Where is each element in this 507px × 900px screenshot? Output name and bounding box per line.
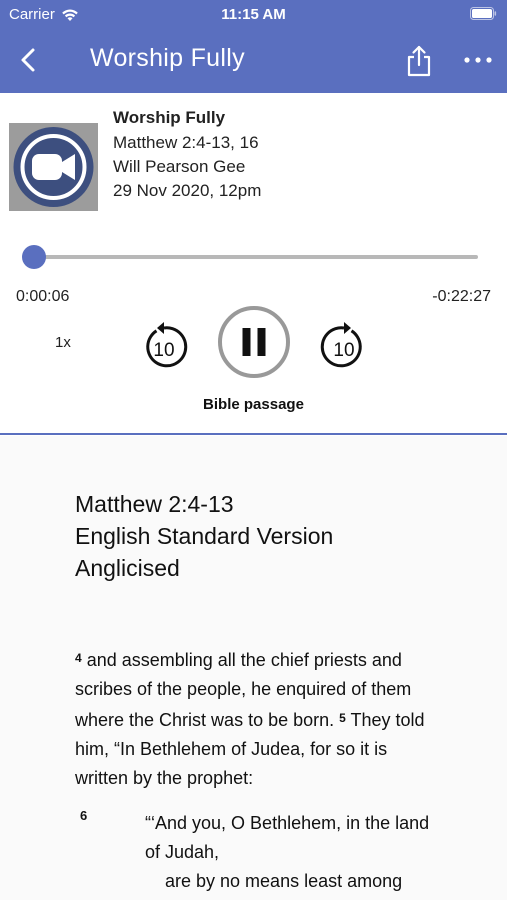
poetry-line: are by no means least among (165, 871, 403, 891)
tab-indicator (0, 433, 507, 435)
passage-version-variant: Anglicised (75, 555, 180, 581)
more-options-icon[interactable] (460, 50, 496, 70)
bible-passage-view[interactable]: Matthew 2:4-13 English Standard Version … (0, 436, 507, 900)
passage-body: 4 and assembling all the chief priests a… (75, 644, 435, 793)
page-title: Worship Fully (90, 44, 245, 72)
slider-thumb[interactable] (21, 245, 46, 269)
pause-icon (242, 328, 251, 356)
status-bar: Carrier 11:15 AM (0, 0, 507, 28)
slider-track (24, 255, 478, 259)
back-button[interactable] (14, 44, 44, 76)
passage-heading: Matthew 2:4-13 English Standard Version … (75, 488, 333, 584)
episode-info: Worship Fully Matthew 2:4-13, 16 Will Pe… (0, 94, 507, 224)
poetry-line: “‘And you, O Bethlehem, in the land of J… (145, 813, 430, 862)
status-time: 11:15 AM (221, 6, 286, 23)
tab-bible-passage[interactable]: Bible passage (0, 396, 507, 413)
skip-back-label: 10 (153, 340, 174, 361)
passage-version: English Standard Version (75, 523, 334, 549)
poetry-block: “‘And you, O Bethlehem, in the land of J… (145, 809, 445, 896)
skip-forward-label: 10 (333, 340, 354, 361)
progress-slider[interactable] (20, 245, 478, 269)
pause-button[interactable] (217, 305, 291, 379)
playback-speed-button[interactable]: 1x (55, 334, 71, 351)
episode-title: Worship Fully (113, 108, 226, 127)
app-header: Carrier 11:15 AM Worship Fully (0, 0, 507, 93)
elapsed-time: 0:00:06 (16, 288, 70, 305)
video-camera-icon (13, 127, 94, 207)
verse-number: 6 (80, 808, 88, 823)
battery-icon (470, 7, 497, 20)
nav-bar: Worship Fully (0, 30, 507, 90)
verse-number: 4 (75, 651, 82, 665)
verse-number: 5 (339, 711, 346, 725)
passage-reference: Matthew 2:4-13 (75, 491, 234, 517)
video-thumbnail (9, 123, 98, 211)
remaining-time: -0:22:27 (432, 288, 491, 305)
skip-forward-10-button[interactable]: 10 (320, 320, 368, 370)
skip-back-10-button[interactable]: 10 (140, 320, 188, 370)
episode-meta: Worship Fully Matthew 2:4-13, 16 Will Pe… (113, 106, 261, 203)
episode-date: 29 Nov 2020, 12pm (113, 181, 262, 200)
share-icon[interactable] (404, 44, 434, 78)
episode-speaker: Will Pearson Gee (113, 157, 246, 176)
episode-passage: Matthew 2:4-13, 16 (113, 133, 259, 152)
